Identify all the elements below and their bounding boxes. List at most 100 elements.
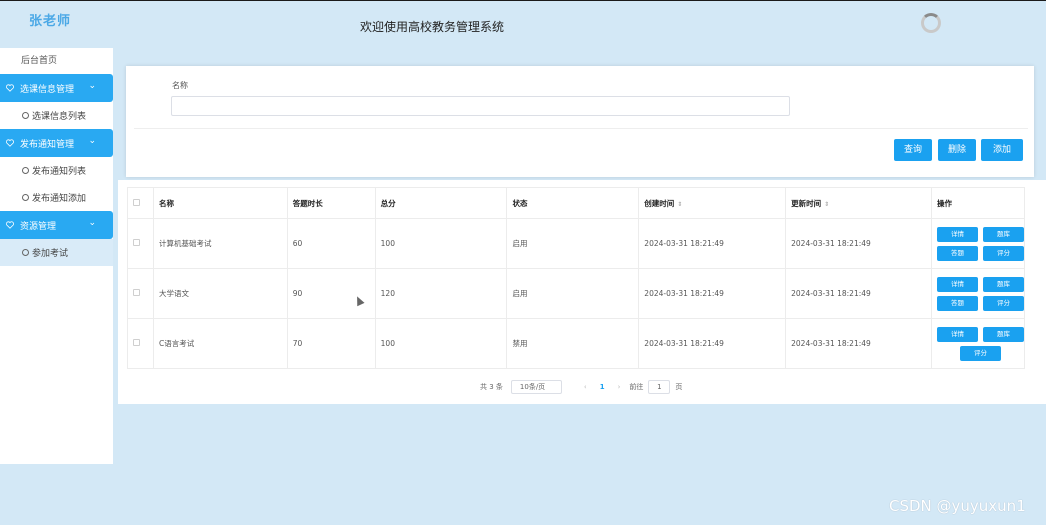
check-circle-icon <box>22 112 29 119</box>
question-bank-button[interactable]: 题库 <box>983 276 1024 292</box>
sidebar-item-label: 选课信息列表 <box>32 112 87 122</box>
chevron-down-icon: ⌄ <box>88 81 96 91</box>
sidebar-item-notice-list[interactable]: 发布通知列表 <box>0 157 113 184</box>
chevron-down-icon: ⌄ <box>88 136 96 146</box>
cell-status: 启用 <box>506 268 640 319</box>
cell-updated: 2024-03-31 18:21:49 <box>785 268 932 319</box>
header-score: 总分 <box>374 187 508 219</box>
prev-page-icon[interactable]: ‹ <box>584 383 587 391</box>
grade-button[interactable]: 评分 <box>983 295 1024 311</box>
search-label: 名称 <box>172 81 188 90</box>
grade-button[interactable]: 评分 <box>983 245 1024 261</box>
cell-duration: 90 <box>286 268 376 319</box>
row-checkbox[interactable] <box>133 239 140 246</box>
cell-created: 2024-03-31 18:21:49 <box>638 268 787 319</box>
grade-button[interactable]: 评分 <box>960 345 1001 361</box>
loading-spinner-icon <box>921 13 941 33</box>
sort-icon[interactable]: ⇕ <box>824 201 829 208</box>
page-size-select[interactable]: 10条/页 <box>510 380 562 394</box>
sidebar-group-label: 选课信息管理 <box>20 84 75 95</box>
header-name: 名称 <box>152 187 288 219</box>
question-bank-button[interactable]: 题库 <box>983 226 1024 242</box>
row-select-cell[interactable] <box>127 218 154 269</box>
next-page-icon[interactable]: › <box>618 383 621 391</box>
table-row: 大学语文 90 120 启用 2024-03-31 18:21:49 2024-… <box>127 268 1025 319</box>
search-panel: 名称 查询 删除 添加 <box>126 66 1034 177</box>
header-created-label: 创建时间 <box>644 198 675 208</box>
cell-status: 启用 <box>506 218 640 269</box>
cell-actions: 详情 题库 答题 评分 <box>931 268 1025 319</box>
sidebar-item-label: 发布通知列表 <box>32 167 87 177</box>
header-actions: 操作 <box>931 187 1025 219</box>
heart-icon <box>6 139 14 147</box>
select-all-checkbox[interactable] <box>133 198 140 206</box>
cell-updated: 2024-03-31 18:21:49 <box>785 318 932 369</box>
cell-name: 大学语文 <box>152 268 288 319</box>
sidebar-item-course-list[interactable]: 选课信息列表 <box>0 102 113 129</box>
cell-score: 100 <box>374 218 508 269</box>
cell-duration: 60 <box>286 218 376 269</box>
detail-button[interactable]: 详情 <box>937 226 978 242</box>
pagination-total: 共 3 条 <box>480 383 503 391</box>
cell-created: 2024-03-31 18:21:49 <box>638 318 787 369</box>
sidebar-group-course-selection[interactable]: 选课信息管理 ⌄ <box>0 74 113 102</box>
cell-score: 100 <box>374 318 508 369</box>
header-duration: 答题时长 <box>286 187 376 219</box>
cell-actions: 详情 题库 答题 评分 <box>931 218 1025 269</box>
goto-page-input[interactable]: 1 <box>648 380 671 394</box>
cell-status: 禁用 <box>506 318 640 369</box>
system-title: 欢迎使用高校教务管理系统 <box>360 20 505 34</box>
detail-button[interactable]: 详情 <box>937 326 978 342</box>
sidebar-group-label: 资源管理 <box>20 221 57 232</box>
cell-name: C语言考试 <box>152 318 288 369</box>
delete-button[interactable]: 删除 <box>938 139 976 161</box>
sidebar: 后台首页 选课信息管理 ⌄ 选课信息列表 发布通知管理 ⌄ 发布通知列表 发布通… <box>0 48 113 464</box>
row-select-cell[interactable] <box>127 268 154 319</box>
exam-table: 名称 答题时长 总分 状态 创建时间 ⇕ 更新时间 ⇕ 操作 计算机基础考试 60 … <box>127 187 1025 369</box>
name-search-input[interactable] <box>171 96 790 116</box>
cell-duration: 70 <box>286 318 376 369</box>
header-updated-label: 更新时间 <box>791 198 822 208</box>
sidebar-group-label: 发布通知管理 <box>20 139 75 150</box>
sidebar-item-label: 参加考试 <box>32 249 69 259</box>
query-button[interactable]: 查询 <box>894 139 932 161</box>
question-bank-button[interactable]: 题库 <box>983 326 1024 342</box>
heart-icon <box>6 221 14 229</box>
sidebar-group-resources[interactable]: 资源管理 ⌄ <box>0 211 113 239</box>
sidebar-item-home[interactable]: 后台首页 <box>0 48 113 74</box>
chevron-down-icon: ⌄ <box>88 218 96 228</box>
user-name: 张老师 <box>28 14 71 29</box>
goto-suffix: 页 <box>675 383 683 391</box>
check-circle-icon <box>22 194 29 201</box>
table-panel: 名称 答题时长 总分 状态 创建时间 ⇕ 更新时间 ⇕ 操作 计算机基础考试 60 … <box>118 180 1046 404</box>
sidebar-group-notice[interactable]: 发布通知管理 ⌄ <box>0 129 113 157</box>
header-created[interactable]: 创建时间 ⇕ <box>638 187 787 219</box>
cell-actions: 详情 题库 评分 <box>931 318 1025 369</box>
current-page[interactable]: 1 <box>600 383 605 391</box>
table-row: 计算机基础考试 60 100 启用 2024-03-31 18:21:49 20… <box>127 218 1025 269</box>
sidebar-item-notice-add[interactable]: 发布通知添加 <box>0 184 113 211</box>
watermark: CSDN @yuyuxun1 <box>889 497 1026 515</box>
table-header-row: 名称 答题时长 总分 状态 创建时间 ⇕ 更新时间 ⇕ 操作 <box>127 187 1025 219</box>
row-checkbox[interactable] <box>133 289 140 296</box>
add-button[interactable]: 添加 <box>981 139 1023 161</box>
select-all-cell[interactable] <box>127 187 154 219</box>
table-row: C语言考试 70 100 禁用 2024-03-31 18:21:49 2024… <box>127 318 1025 369</box>
header-updated[interactable]: 更新时间 ⇕ <box>785 187 932 219</box>
cell-name: 计算机基础考试 <box>152 218 288 269</box>
goto-prefix: 前往 <box>629 383 644 391</box>
heart-icon <box>6 84 14 92</box>
row-checkbox[interactable] <box>133 339 140 346</box>
sidebar-item-take-exam[interactable]: 参加考试 <box>0 239 113 266</box>
check-circle-icon <box>22 249 29 256</box>
cell-score: 120 <box>374 268 508 319</box>
answer-button[interactable]: 答题 <box>937 245 978 261</box>
answer-button[interactable]: 答题 <box>937 295 978 311</box>
sort-icon[interactable]: ⇕ <box>677 201 682 208</box>
divider <box>134 128 1028 129</box>
cell-updated: 2024-03-31 18:21:49 <box>785 218 932 269</box>
top-bar: 张老师 欢迎使用高校教务管理系统 <box>0 0 1046 48</box>
detail-button[interactable]: 详情 <box>937 276 978 292</box>
pagination: 共 3 条 10条/页 ‹ 1 › 前往 1 页 <box>480 380 682 394</box>
row-select-cell[interactable] <box>127 318 154 369</box>
